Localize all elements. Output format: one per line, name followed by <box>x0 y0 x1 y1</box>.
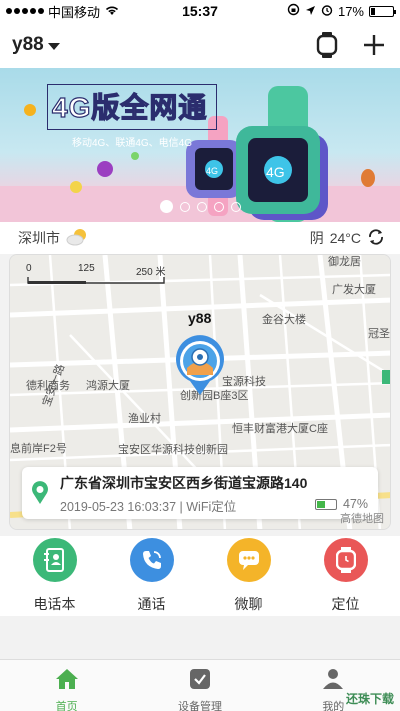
call-label: 通话 <box>137 596 166 612</box>
map-place-label: 渔业村 <box>128 413 161 425</box>
address-card[interactable]: 广东省深圳市宝安区西乡街道宝源路140 2019-05-23 16:03:37 … <box>22 467 378 519</box>
plus-icon[interactable] <box>360 31 388 59</box>
locate-button[interactable]: 定位 <box>306 536 386 616</box>
tab-home[interactable]: 首页 <box>7 660 127 711</box>
scale-label-0: 0 <box>26 263 32 274</box>
phone-call-icon <box>129 538 174 582</box>
weather-right: 阴 24°C <box>310 228 385 249</box>
device-battery-icon <box>314 498 337 510</box>
wifi-icon <box>104 4 120 19</box>
pink-watch-screen-text: 4G <box>206 166 218 176</box>
watch-icon[interactable] <box>312 30 342 60</box>
map-place-label: 广发大厦 <box>332 284 376 296</box>
device-manage-icon <box>189 668 211 695</box>
device-battery-percent: 47% <box>342 497 368 511</box>
location-pin-icon <box>31 481 49 510</box>
function-grid: 电话本 通话 微聊 定位 <box>0 536 400 616</box>
location-arrow-icon <box>305 4 316 19</box>
map-place-label: 鸿源大厦 <box>86 380 130 392</box>
refresh-icon[interactable] <box>367 228 385 249</box>
address-text: 广东省深圳市宝安区西乡街道宝源路140 <box>60 475 308 491</box>
device-location-marker[interactable] <box>173 335 227 397</box>
tab-device-manage-label: 设备管理 <box>177 701 222 711</box>
location-updated: 2019-05-23 16:03:37 | WiFi定位 <box>60 500 237 514</box>
device-name: y88 <box>12 34 44 55</box>
carousel-dot[interactable] <box>159 200 173 213</box>
weather-condition: 阴 <box>309 230 324 246</box>
green-watch-screen-text: 4G <box>266 164 285 180</box>
map-place-label: 御龙居 <box>328 256 361 268</box>
banner-subtitle: 移动4G、联通4G、电信4G <box>72 138 193 149</box>
map-place-label: 金谷大楼 <box>262 314 306 326</box>
map-place-label: 宝安区华源科技创新园 <box>118 444 228 456</box>
battery-percent: 17% <box>337 3 364 19</box>
carousel-dot[interactable] <box>230 201 241 212</box>
carousel-dot[interactable] <box>213 201 224 212</box>
signal-icon <box>6 8 44 14</box>
home-icon <box>55 668 79 695</box>
status-bar: 中国移动 15:37 17% <box>0 0 400 22</box>
rotation-lock-icon <box>287 3 300 19</box>
scale-label-125: 125 <box>78 263 95 274</box>
device-selector[interactable]: y88 <box>12 34 60 56</box>
map-place-label: 息前岸F2号 <box>10 443 67 455</box>
caret-down-icon <box>47 42 60 50</box>
status-left: 中国移动 <box>6 2 120 21</box>
phonebook-label: 电话本 <box>33 596 76 612</box>
tab-profile-label: 我的 <box>322 701 345 711</box>
map-provider-logo: 高德地图 <box>340 513 384 525</box>
device-battery: 47% <box>314 497 368 511</box>
carrier-label: 中国移动 <box>48 4 101 20</box>
locate-label: 定位 <box>331 596 360 612</box>
chat-button[interactable]: 微聊 <box>209 536 289 616</box>
alarm-icon <box>321 4 333 19</box>
phonebook-icon <box>32 538 77 582</box>
city-label: 深圳市 <box>18 230 60 246</box>
battery-icon <box>369 5 396 17</box>
watermark: 还珠下载 <box>345 692 394 706</box>
carousel-dots <box>0 200 400 213</box>
map-place-label: 恒丰财富港大厦C座 <box>232 423 328 435</box>
banner-title: 4G版全网通 <box>51 91 208 123</box>
status-right: 17% <box>287 3 396 19</box>
location-map[interactable]: 0 125 250 米 御龙居 广发大厦 金谷大楼 冠圣 德利商务 鸿源大厦 宝… <box>9 254 391 530</box>
app-header: y88 <box>0 22 400 68</box>
tab-device-manage[interactable]: 设备管理 <box>140 660 260 711</box>
weather-left: 深圳市 <box>18 228 90 249</box>
phonebook-button[interactable]: 电话本 <box>15 536 95 616</box>
chat-icon <box>226 538 271 582</box>
cloudy-sun-icon <box>66 228 90 249</box>
watch-locate-icon <box>323 538 368 582</box>
tab-home-label: 首页 <box>55 701 78 711</box>
header-actions <box>312 30 388 60</box>
carousel-dot[interactable] <box>196 201 207 212</box>
profile-icon <box>322 668 344 695</box>
weather-bar: 深圳市 阴 24°C <box>0 222 400 254</box>
map-place-label: 冠圣 <box>368 328 390 340</box>
chat-label: 微聊 <box>234 596 263 612</box>
bottom-tab-bar: 首页 设备管理 我的 还珠下载 <box>0 659 400 711</box>
carousel-dot[interactable] <box>179 201 190 212</box>
promo-banner[interactable]: 4G 4G 4G版全网通 移动4G、联通4G、电信4G <box>0 68 400 222</box>
call-button[interactable]: 通话 <box>112 536 192 616</box>
scale-label-250: 250 米 <box>136 267 166 278</box>
device-map-label: y88 <box>188 310 212 326</box>
temperature: 24°C <box>329 230 361 246</box>
